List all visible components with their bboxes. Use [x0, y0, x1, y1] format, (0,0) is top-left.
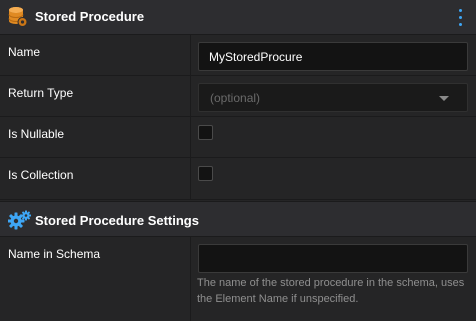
is-collection-row: Is Collection: [0, 158, 476, 200]
return-type-label: Return Type: [8, 86, 74, 100]
column-divider: [190, 76, 191, 116]
database-gear-icon: [8, 6, 28, 33]
is-collection-label: Is Collection: [8, 168, 74, 182]
name-row: Name: [0, 35, 476, 76]
section-title: Stored Procedure: [35, 9, 145, 24]
stored-procedure-header: Stored Procedure: [0, 0, 476, 35]
is-nullable-checkbox[interactable]: [198, 125, 213, 140]
return-type-placeholder: (optional): [210, 91, 261, 105]
section-title: Stored Procedure Settings: [35, 213, 199, 228]
column-divider: [190, 117, 191, 157]
column-divider: [190, 237, 191, 321]
is-nullable-label: Is Nullable: [8, 127, 65, 141]
column-divider: [190, 158, 191, 199]
name-in-schema-input[interactable]: [198, 244, 468, 273]
name-in-schema-help: The name of the stored procedure in the …: [197, 277, 465, 305]
gears-icon: [7, 210, 32, 235]
stored-procedure-settings-header: Stored Procedure Settings: [0, 201, 476, 237]
name-input[interactable]: [198, 42, 468, 71]
chevron-down-icon: [439, 96, 449, 101]
name-in-schema-row: Name in Schema The name of the stored pr…: [0, 237, 476, 321]
kebab-menu-icon[interactable]: [457, 9, 463, 26]
return-type-select[interactable]: (optional): [198, 83, 468, 112]
column-divider: [190, 35, 191, 75]
return-type-row: Return Type (optional): [0, 76, 476, 117]
name-in-schema-label: Name in Schema: [8, 247, 101, 261]
is-collection-checkbox[interactable]: [198, 166, 213, 181]
is-nullable-row: Is Nullable: [0, 117, 476, 158]
name-label: Name: [8, 45, 41, 59]
